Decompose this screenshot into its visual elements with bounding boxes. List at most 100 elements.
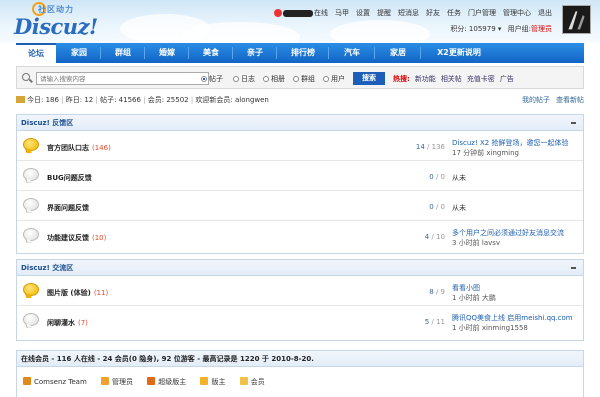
nav-separator [374,47,375,59]
cloud-decoration [330,20,430,43]
link-my-posts[interactable]: 我的帖子 [522,96,550,104]
forum-name[interactable]: 闲聊灌水 (7) [47,318,88,328]
legend-label: Comsenz Team [34,378,87,386]
avatar[interactable] [562,5,591,34]
search-option-posts[interactable]: 帖子 [201,74,223,84]
forum-today-count: (146) [92,144,111,152]
search-option-blogs[interactable]: 日志 [233,74,255,84]
link-admin-center[interactable]: 管理中心 [503,9,531,17]
last-post-title[interactable]: 看看小图 [452,283,580,293]
search-option-users[interactable]: 用户 [323,74,345,84]
header: 社区动力 Discuz! 在线 马甲 设置 提醒 短消息 好友 任务 门户管理 管理中心 退出 积… [0,0,600,43]
online-summary[interactable]: 在线会员 - 116 人在线 - 24 会员(0 隐身), 92 位游客 - 最… [17,351,583,367]
username-redacted[interactable] [283,9,313,17]
link-online[interactable]: 在线 [314,9,328,17]
link-portal-admin[interactable]: 门户管理 [468,9,496,17]
user-icon [239,377,248,385]
last-post-title[interactable]: Discuz! X2 抢鲜登场，邀您一起体验 [452,138,580,148]
nav-ranking[interactable]: 排行榜 [278,43,328,63]
forum-row: 图片版 (体验) (11) 8 / 9 看看小图 1 小时前 大鹏 [17,276,583,306]
nav-wedding[interactable]: 婚嫁 [146,43,188,63]
legend-item: 管理员 [101,377,133,387]
main-nav: 论坛 家园 群组 婚嫁 美食 亲子 排行榜 汽车 家居 X2更新说明 [16,43,584,63]
user-icon [147,377,156,385]
search-button[interactable]: 搜索 [353,72,385,85]
last-post-title[interactable]: 多个用户之间必须通过好友消息交流 [452,228,580,238]
forum-name[interactable]: BUG问题反馈 [47,173,92,183]
last-post-title[interactable]: 腾讯QQ美食上线 启用meishi.qq.com [452,313,580,323]
nav-separator [276,47,277,59]
link-friends[interactable]: 好友 [426,9,440,17]
legend-item: 版主 [200,377,225,387]
category-title[interactable]: Discuz! 反馈区 [21,119,73,127]
link-tasks[interactable]: 任务 [447,9,461,17]
points-label[interactable]: 积分: 105979 [450,25,495,33]
nav-forum[interactable]: 论坛 [16,43,56,63]
logo-text: Discuz! [14,14,98,39]
forum-name[interactable]: 功能建议反馈 (10) [47,233,106,243]
forum-today-count: (10) [92,234,107,242]
hot-search-item[interactable]: 充值卡密 [467,75,495,83]
forum-name-text: 界面问题反馈 [47,204,89,212]
link-new-posts[interactable]: 查看新帖 [556,96,584,104]
user-info: 积分: 105979 ▾ 用户组:管理员 [450,24,552,34]
category-header[interactable]: Discuz! 交流区 [17,260,583,276]
forum-row: 闲聊灌水 (7) 5 / 11 腾讯QQ美食上线 启用meishi.qq.com … [17,306,583,336]
link-logout[interactable]: 退出 [538,9,552,17]
forum-stat: 0 / 0 [429,203,445,211]
radio-icon [233,76,239,82]
category-header[interactable]: Discuz! 反馈区 [17,115,583,131]
forum-name[interactable]: 官方团队口志 (146) [47,143,111,153]
hot-search: 热搜: 新功能 相关帖 充值卡密 广告 [393,74,514,84]
user-icon [23,377,31,385]
last-post-meta: 1 小时前 xinming1558 [452,324,528,332]
user-group-value[interactable]: 管理员 [531,25,552,33]
search-option-albums[interactable]: 相册 [263,74,285,84]
legend-label: 管理员 [112,378,134,386]
forum-icon [23,313,39,326]
avatar-image [563,6,590,33]
user-icon [101,377,110,385]
group-legend: Comsenz Team 管理员 超级版主 版主 会员 [23,377,277,387]
nav-home-living[interactable]: 家居 [376,43,420,63]
forum-today-count: (11) [93,289,109,297]
collapse-icon[interactable] [571,122,576,124]
forum-stat: 4 / 10 [424,233,445,241]
forum-name[interactable]: 界面问题反馈 [47,203,89,213]
nav-food[interactable]: 美食 [190,43,232,63]
link-notice[interactable]: 提醒 [377,9,391,17]
nav-x2-update-notes[interactable]: X2更新说明 [422,43,496,63]
link-majia[interactable]: 马甲 [335,9,349,17]
collapse-icon[interactable] [571,267,576,269]
forum-name[interactable]: 图片版 (体验) (11) [47,288,108,298]
post-count: 11 [436,318,445,326]
chevron-down-icon[interactable]: ▾ [498,25,502,33]
forum-name-text: 功能建议反馈 [47,234,89,242]
legend-label: 超级版主 [158,378,187,386]
post-count: 0 [440,173,445,181]
forum-new-icon [23,283,39,296]
search-bar: 帖子 日志 相册 群组 用户 搜索 热搜: 新功能相关帖充值卡密广告 [16,66,584,89]
nav-parenting[interactable]: 亲子 [234,43,276,63]
hot-search-item[interactable]: 广告 [500,75,514,83]
nav-cars[interactable]: 汽车 [330,43,374,63]
link-messages[interactable]: 短消息 [398,9,419,17]
link-settings[interactable]: 设置 [356,9,370,17]
search-option-label: 相册 [271,75,285,83]
nav-groups[interactable]: 群组 [102,43,144,63]
forum-icon [23,228,39,241]
post-count: 10 [436,233,445,241]
post-count: 0 [440,203,445,211]
nav-home[interactable]: 家园 [58,43,100,63]
forum-stat: 0 / 0 [429,173,445,181]
forum-today-count: (7) [78,319,88,327]
forum-name-text: 闲聊灌水 [47,319,75,327]
hot-search-item[interactable]: 相关帖 [441,75,462,83]
radio-icon [263,76,269,82]
search-option-groups[interactable]: 群组 [293,74,315,84]
category-discussion: Discuz! 交流区 图片版 (体验) (11) 8 / 9 看看小图 1 小时… [16,259,584,341]
hot-search-item[interactable]: 新功能 [415,75,436,83]
category-title[interactable]: Discuz! 交流区 [21,264,73,272]
search-input[interactable] [36,72,209,85]
forum-new-icon [23,138,39,151]
